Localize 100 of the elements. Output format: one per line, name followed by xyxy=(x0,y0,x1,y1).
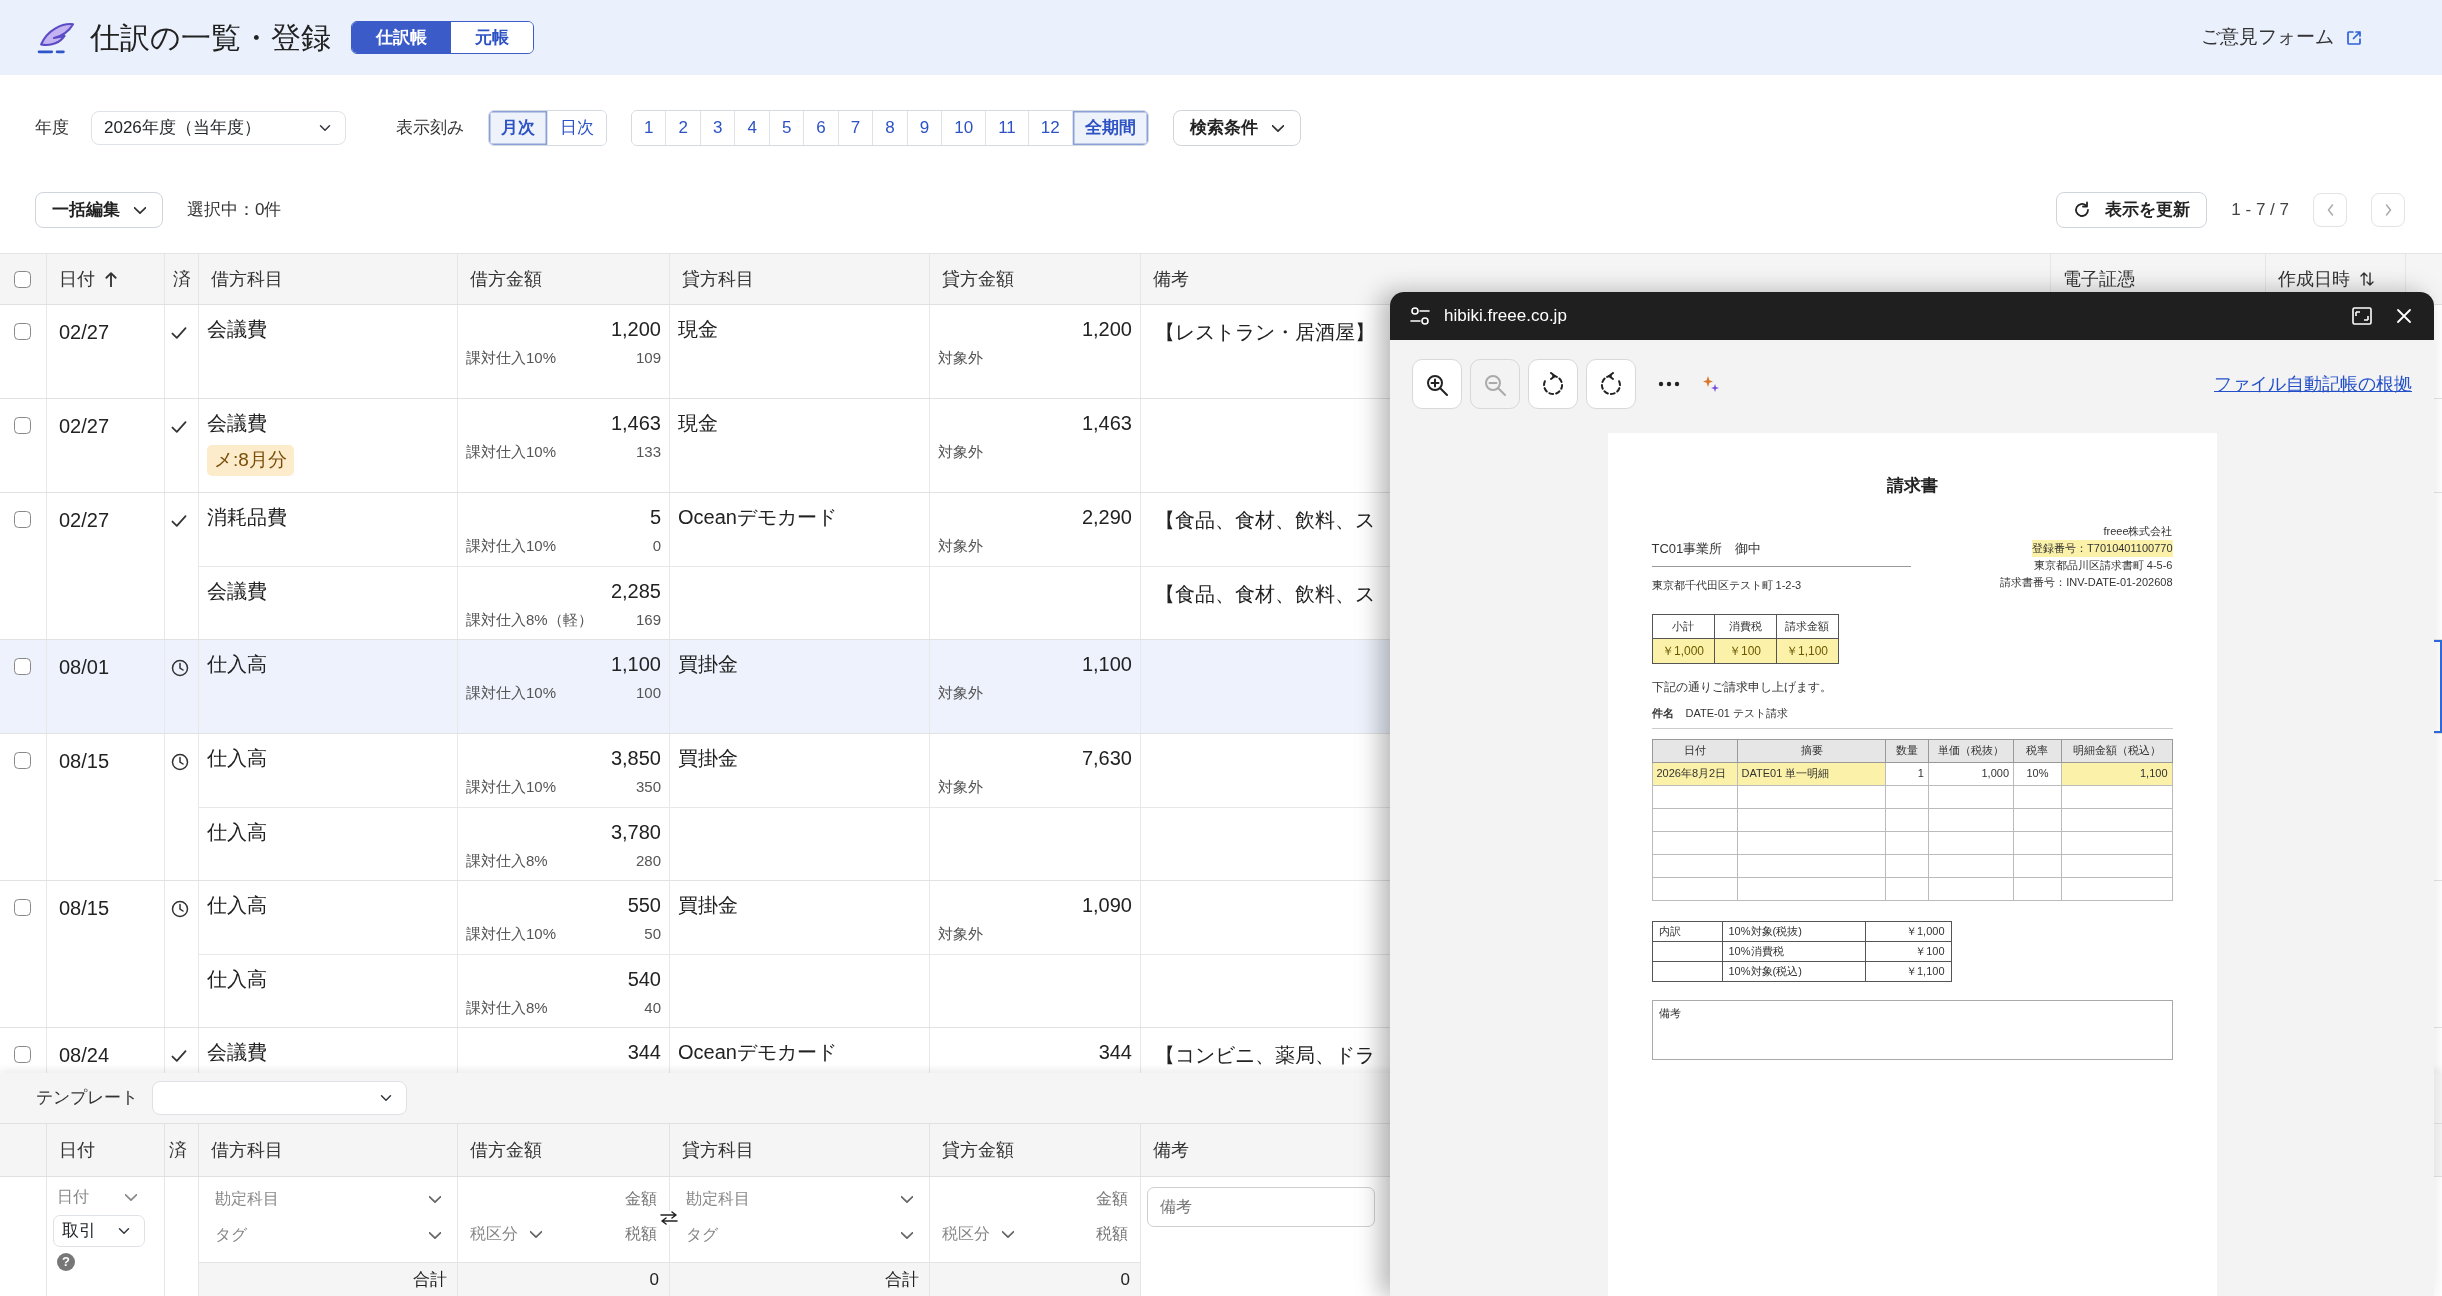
account-name: 仕入高 xyxy=(207,966,268,991)
account-name: 会議費 xyxy=(207,578,268,603)
amount-text: 3,780 xyxy=(609,819,661,844)
table-cell: DATE01 単一明細 xyxy=(1737,762,1886,786)
tax-category: 課対仕入8% xyxy=(466,997,548,1018)
row-checkbox[interactable] xyxy=(14,1046,31,1063)
column-header: 貸方金額 xyxy=(942,1138,1014,1162)
column-header: 借方金額 xyxy=(470,1138,542,1162)
view-tab[interactable]: 仕訳帳 xyxy=(352,21,451,54)
chevron-icon xyxy=(530,1230,542,1238)
amount-text: 1,100 xyxy=(609,652,661,676)
external-link-icon xyxy=(2346,29,2362,46)
memo-text: 【コンビニ、薬局、ドラ xyxy=(1155,1043,1375,1068)
sparkle-icon xyxy=(1702,375,1720,393)
tax-amount: 109 xyxy=(635,348,661,368)
month-button[interactable]: 1 xyxy=(632,111,667,145)
column-header: 借方科目 xyxy=(211,1138,283,1162)
amount-text: 1,090 xyxy=(1080,893,1132,917)
rotate-right-button[interactable] xyxy=(1528,359,1578,409)
search-conditions-button[interactable]: 検索条件 xyxy=(1172,110,1301,146)
zoom-in-button[interactable] xyxy=(1412,359,1462,409)
memo-tag: メ:8月分 xyxy=(207,445,294,476)
entry-type-select[interactable]: 取引 xyxy=(53,1215,145,1247)
table-cell: 小計 xyxy=(1652,614,1714,639)
template-label: テンプレート xyxy=(36,1087,138,1110)
tax-amount-field[interactable]: 税額 xyxy=(1014,1222,1128,1246)
column-header: 日付 xyxy=(59,1138,95,1162)
row-checkbox[interactable] xyxy=(14,323,31,340)
amount-text: 5 xyxy=(648,505,661,529)
column-header: 借方金額 xyxy=(470,267,542,291)
tax-category: 課対仕入10% xyxy=(466,536,557,556)
amount-field[interactable]: 金額 xyxy=(470,1187,657,1211)
row-checkbox[interactable] xyxy=(14,417,31,434)
memo-text: 【食品、食材、飲料、ス xyxy=(1155,581,1375,607)
memo-field[interactable]: 備考 xyxy=(1147,1187,1375,1227)
rotate-left-button[interactable] xyxy=(1586,359,1636,409)
table-cell: ￥1,000 xyxy=(1865,921,1951,942)
tag-select[interactable]: タグ xyxy=(686,1223,913,1247)
tax-category: 対象外 xyxy=(938,924,983,944)
table-cell: 1 xyxy=(1885,762,1929,786)
view-tab[interactable]: 元帳 xyxy=(451,21,533,54)
rotate-left-icon xyxy=(1599,371,1623,397)
page-range: 1 - 7 / 7 xyxy=(2231,199,2289,222)
row-checkbox[interactable] xyxy=(14,511,31,528)
tax-amount: 0 xyxy=(652,536,661,556)
issuer-name: freee株式会社 xyxy=(2102,523,2173,539)
tax-category: 課対仕入8%（軽） xyxy=(466,609,593,630)
tag-select[interactable]: タグ xyxy=(215,1223,441,1247)
feedback-link[interactable]: ご意見フォーム xyxy=(2201,23,2362,52)
amount-text: 1,463 xyxy=(1080,411,1132,435)
help-icon[interactable]: ? xyxy=(57,1253,75,1271)
tax-category-select[interactable]: 税区分 xyxy=(470,1222,542,1246)
basis-link[interactable]: ファイル自動記帳の根拠 xyxy=(2214,370,2412,398)
expand-icon xyxy=(2352,307,2372,325)
account-select[interactable]: 勘定科目 xyxy=(686,1187,913,1211)
issuer-address: 東京都品川区請求書町 4-5-6 xyxy=(2032,557,2173,573)
account-name: 仕入高 xyxy=(207,652,268,676)
chevron-icon xyxy=(125,1193,137,1201)
tax-category-select[interactable]: 税区分 xyxy=(942,1222,1014,1246)
amount-text: 550 xyxy=(626,893,661,917)
memo-text: 【レストラン・居酒屋】 xyxy=(1155,320,1375,345)
column-header: 借方科目 xyxy=(211,267,283,291)
subject-label: 件名 xyxy=(1651,705,1674,721)
account-name: 買掛金 xyxy=(678,893,739,917)
table-cell: 10%対象(税抜) xyxy=(1722,921,1866,942)
column-header: 済 xyxy=(169,1138,187,1162)
amount-text: 1,200 xyxy=(609,317,661,341)
tax-amount-field[interactable]: 税額 xyxy=(542,1222,657,1246)
invoice-number: 請求書番号：INV-DATE-01-202608 xyxy=(2000,574,2173,590)
total-amount: 0 xyxy=(930,1262,1140,1296)
total-label: 合計 xyxy=(670,1262,929,1296)
date-select[interactable]: 日付 xyxy=(57,1185,137,1209)
month-button[interactable]: 全期間 xyxy=(1072,111,1148,145)
bulk-edit-button[interactable]: 一括編集 xyxy=(35,192,163,228)
page-title: 仕訳の一覧・登録 xyxy=(90,19,331,56)
row-checkbox[interactable] xyxy=(14,752,31,769)
row-checkbox[interactable] xyxy=(14,899,31,916)
table-cell: 請求金額 xyxy=(1776,614,1838,639)
sort-ascending-icon xyxy=(105,271,117,287)
table-cell: 税率 xyxy=(2013,739,2062,763)
column-header: 貸方金額 xyxy=(942,267,1014,291)
account-name: 会議費 xyxy=(207,317,268,341)
account-select[interactable]: 勘定科目 xyxy=(215,1187,441,1211)
amount-field[interactable]: 金額 xyxy=(942,1187,1128,1211)
amount-text: 2,285 xyxy=(609,578,661,603)
interval-toggle[interactable]: 月次 xyxy=(489,111,548,145)
table-cell: 10%消費税 xyxy=(1722,941,1866,962)
table-cell: 10%対象(税込) xyxy=(1722,961,1866,982)
row-checkbox[interactable] xyxy=(14,658,31,675)
field-label: 表示刻み xyxy=(396,117,464,140)
chevron-icon xyxy=(134,206,146,214)
year-select[interactable]: 2026年度（当年度） xyxy=(91,111,346,145)
refresh-button[interactable]: 表示を更新 xyxy=(2056,192,2208,228)
account-name: 現金 xyxy=(678,317,719,341)
tax-amount: 280 xyxy=(635,850,661,871)
select-all-checkbox[interactable] xyxy=(14,270,31,288)
amount-text: 2,290 xyxy=(1080,505,1132,529)
site-settings-icon xyxy=(1410,307,1430,325)
column-header: 備考 xyxy=(1153,267,1189,291)
amount-text: 344 xyxy=(626,1040,661,1064)
